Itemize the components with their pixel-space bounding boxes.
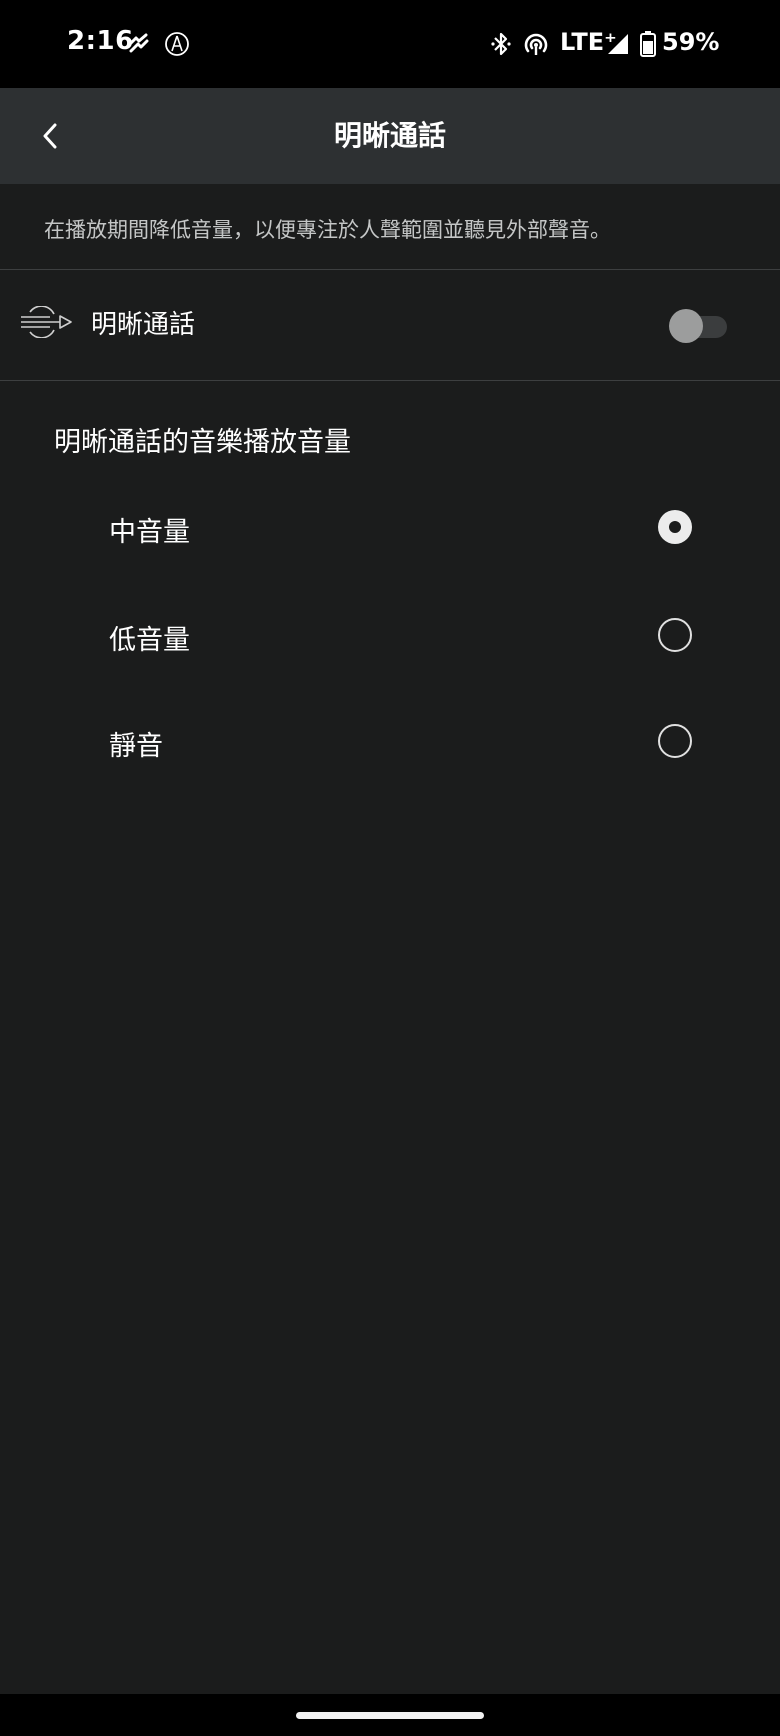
voice-focus-toggle-row[interactable]: 明晰通話: [0, 270, 780, 380]
radio-button[interactable]: [658, 724, 692, 758]
status-bar: 2:16 LTE⁺ 59%: [0, 0, 780, 88]
option-label: 中音量: [109, 517, 190, 548]
content-area: 在播放期間降低音量，以便專注於人聲範圍並聽見外部聲音。 明晰通話 明晰通話的音樂…: [0, 184, 780, 1694]
status-time: 2:16: [67, 26, 134, 56]
option-label: 低音量: [109, 625, 190, 656]
battery-level: 59%: [662, 28, 720, 56]
radio-dot: [669, 521, 681, 533]
page-title: 明晰通話: [333, 119, 446, 152]
divider: [0, 380, 780, 381]
volume-option-mute[interactable]: 靜音: [0, 696, 780, 788]
hotspot-icon: [522, 30, 550, 58]
battery-icon: [640, 30, 656, 58]
audio-technica-icon: [164, 30, 190, 58]
volume-option-medium[interactable]: 中音量: [0, 482, 780, 574]
radio-button[interactable]: [658, 618, 692, 652]
chevron-left-icon: [43, 123, 57, 149]
volume-option-low[interactable]: 低音量: [0, 590, 780, 682]
app-bar: 明晰通話: [0, 88, 780, 184]
navigation-bar: [0, 1694, 780, 1736]
voice-focus-icon: [20, 305, 72, 342]
voice-focus-label: 明晰通話: [91, 310, 196, 340]
section-title: 明晰通話的音樂播放音量: [54, 427, 351, 458]
notification-heart-icon: [126, 30, 150, 58]
voice-focus-switch[interactable]: [669, 308, 727, 344]
option-label: 靜音: [109, 731, 163, 762]
switch-thumb: [669, 309, 703, 343]
back-button[interactable]: [22, 108, 78, 164]
bluetooth-icon: [490, 30, 512, 58]
home-handle[interactable]: [296, 1712, 484, 1719]
signal-icon: [606, 30, 630, 58]
radio-button-checked[interactable]: [658, 510, 692, 544]
feature-description: 在播放期間降低音量，以便專注於人聲範圍並聽見外部聲音。: [44, 218, 611, 242]
